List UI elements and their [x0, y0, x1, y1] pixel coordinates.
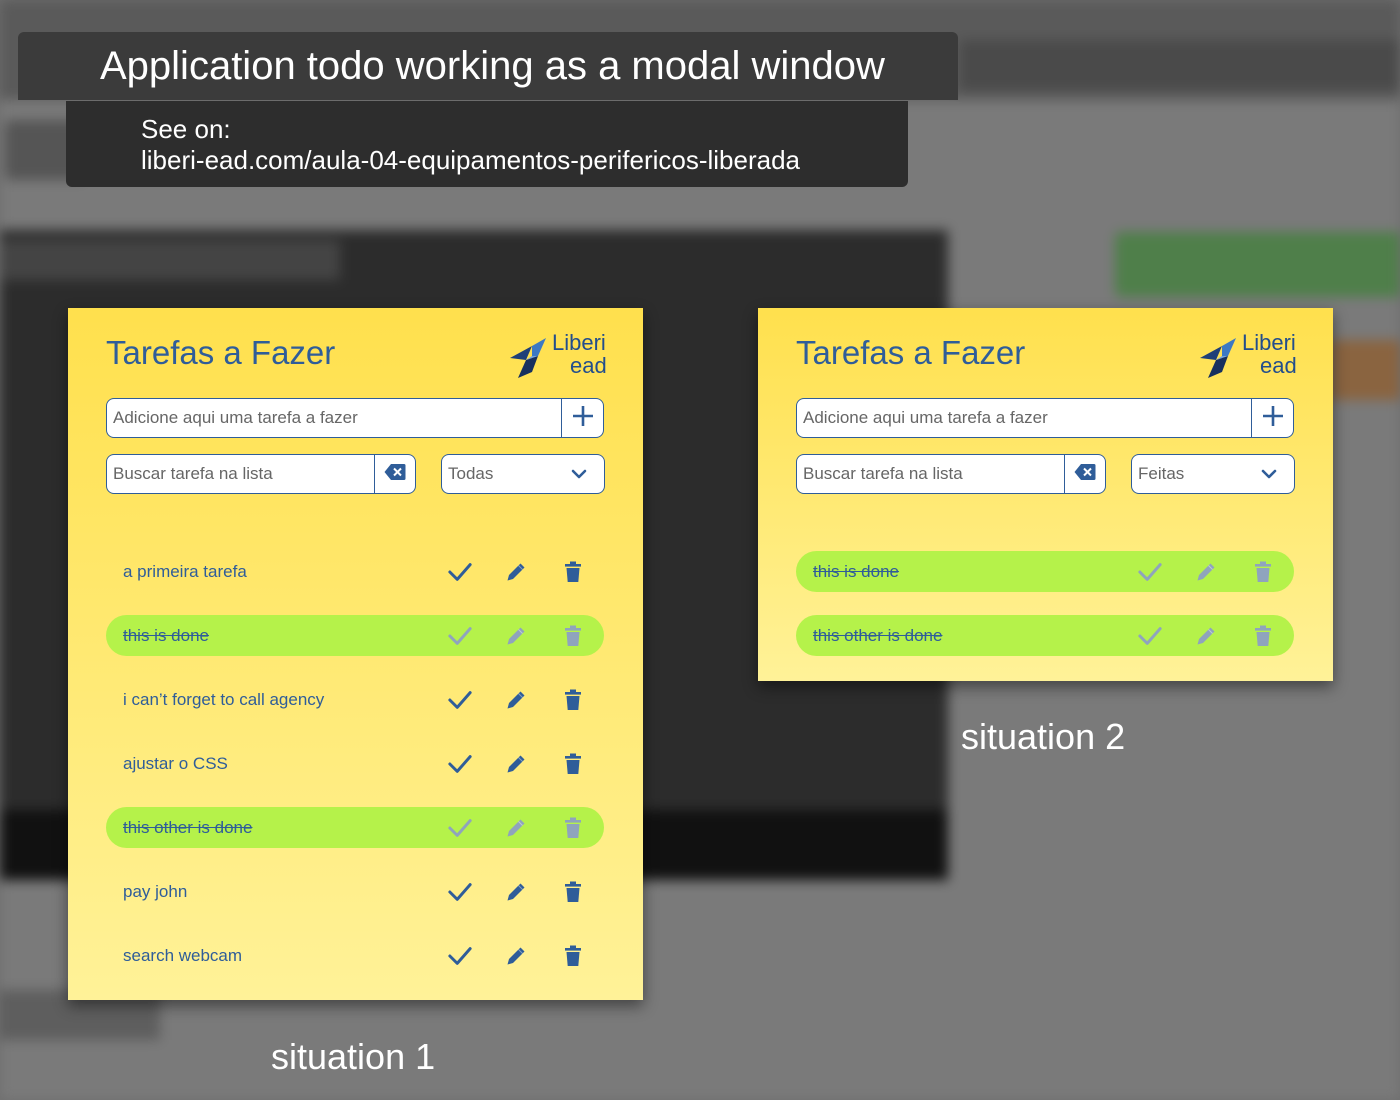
bird-logo-icon: [1198, 336, 1242, 385]
backspace-icon: [384, 463, 406, 486]
task-text: search webcam: [123, 946, 243, 965]
bg-video-strip: [0, 240, 340, 280]
task-item: search webcam: [106, 935, 604, 976]
search-task-input[interactable]: [107, 455, 372, 493]
search-task-field: [796, 454, 1106, 494]
chevron-down-icon: [571, 466, 587, 487]
task-text: this is done: [813, 562, 899, 581]
task-item: pay john: [106, 871, 604, 912]
filter-select[interactable]: Todas: [441, 454, 605, 494]
trash-icon[interactable]: [561, 688, 585, 712]
logo-text-liberi: Liberi: [552, 330, 606, 355]
caption-situation-1: situation 1: [271, 1036, 436, 1077]
check-icon[interactable]: [448, 560, 472, 584]
check-icon[interactable]: [448, 880, 472, 904]
trash-icon[interactable]: [561, 816, 585, 840]
pencil-icon[interactable]: [504, 560, 528, 584]
logo-text-ead: ead: [570, 353, 607, 378]
bg-topbar-right: [960, 40, 1400, 90]
pencil-icon[interactable]: [504, 880, 528, 904]
trash-icon[interactable]: [561, 944, 585, 968]
search-task-input[interactable]: [797, 455, 1062, 493]
plus-icon: [1261, 404, 1285, 433]
check-icon[interactable]: [448, 816, 472, 840]
chevron-down-icon: [1261, 466, 1277, 487]
logo-text-ead: ead: [1260, 353, 1297, 378]
pencil-icon[interactable]: [1194, 624, 1218, 648]
see-on-label: See on:: [141, 114, 231, 144]
bg-green-button: [1115, 232, 1400, 297]
task-text: pay john: [123, 882, 188, 901]
task-text: ajustar o CSS: [123, 754, 228, 773]
pencil-icon[interactable]: [504, 688, 528, 712]
liberi-ead-logo: Liberi ead: [1198, 330, 1298, 380]
todo-modal-situation-2: Tarefas a Fazer Liberiead Feitas this is do…: [758, 308, 1333, 681]
trash-icon[interactable]: [1251, 624, 1275, 648]
banner-link-box: See on: liberi-ead.com/aula-04-equipamen…: [66, 101, 908, 187]
check-icon[interactable]: [1138, 560, 1162, 584]
check-icon[interactable]: [448, 944, 472, 968]
modal-title: Tarefas a Fazer: [796, 334, 1026, 371]
filter-selected-value: Todas: [448, 464, 494, 483]
trash-icon[interactable]: [1251, 560, 1275, 584]
bird-logo-icon: [508, 336, 552, 385]
add-task-input[interactable]: [797, 399, 1252, 437]
caption-situation-2: situation 2: [961, 716, 1126, 757]
check-icon[interactable]: [448, 688, 472, 712]
clear-search-button[interactable]: [1064, 455, 1105, 493]
task-text: a primeira tarefa: [123, 562, 247, 581]
add-task-field: [796, 398, 1294, 438]
backspace-icon: [1074, 463, 1096, 486]
pencil-icon[interactable]: [1194, 560, 1218, 584]
trash-icon[interactable]: [561, 560, 585, 584]
banner-url[interactable]: liberi-ead.com/aula-04-equipamentos-peri…: [141, 145, 908, 176]
todo-modal-situation-1: Tarefas a Fazer Liberiead Todas a primeira …: [68, 308, 643, 1000]
filter-select[interactable]: Feitas: [1131, 454, 1295, 494]
add-task-button[interactable]: [1251, 399, 1293, 437]
add-task-input[interactable]: [107, 399, 562, 437]
search-task-field: [106, 454, 416, 494]
task-item: a primeira tarefa: [106, 551, 604, 592]
trash-icon[interactable]: [561, 752, 585, 776]
task-item: i can’t forget to call agency: [106, 679, 604, 720]
task-item: this is done: [796, 551, 1294, 592]
trash-icon[interactable]: [561, 880, 585, 904]
task-item: this other is done: [796, 615, 1294, 656]
task-text: this other is done: [123, 818, 253, 837]
task-text: i can’t forget to call agency: [123, 690, 325, 709]
pencil-icon[interactable]: [504, 624, 528, 648]
task-item: ajustar o CSS: [106, 743, 604, 784]
check-icon[interactable]: [448, 624, 472, 648]
bg-orange-block: [1330, 340, 1400, 400]
task-text: this other is done: [813, 626, 943, 645]
clear-search-button[interactable]: [374, 455, 415, 493]
logo-text-liberi: Liberi: [1242, 330, 1296, 355]
pencil-icon[interactable]: [504, 944, 528, 968]
task-text: this is done: [123, 626, 209, 645]
plus-icon: [571, 404, 595, 433]
filter-selected-value: Feitas: [1138, 464, 1185, 483]
banner-title: Application todo working as a modal wind…: [18, 32, 958, 100]
pencil-icon[interactable]: [504, 816, 528, 840]
check-icon[interactable]: [448, 752, 472, 776]
add-task-button[interactable]: [561, 399, 603, 437]
check-icon[interactable]: [1138, 624, 1162, 648]
add-task-field: [106, 398, 604, 438]
task-item: this is done: [106, 615, 604, 656]
trash-icon[interactable]: [561, 624, 585, 648]
liberi-ead-logo: Liberi ead: [508, 330, 608, 380]
task-item: this other is done: [106, 807, 604, 848]
pencil-icon[interactable]: [504, 752, 528, 776]
modal-title: Tarefas a Fazer: [106, 334, 336, 371]
